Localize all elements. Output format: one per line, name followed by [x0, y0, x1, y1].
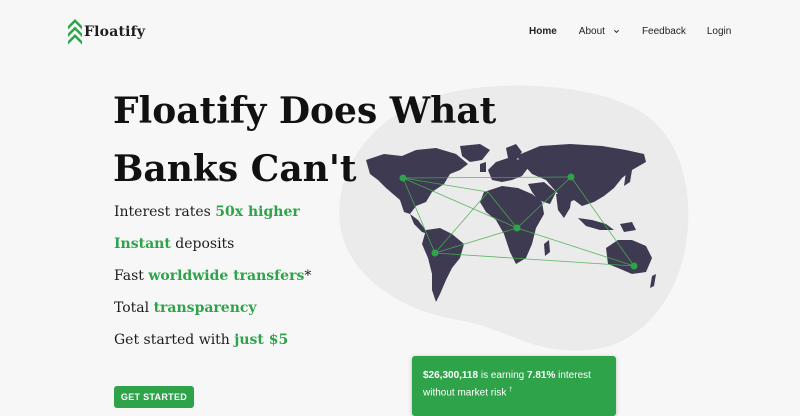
earnings-risk-note: without market risk: [423, 387, 510, 399]
feature-prefix: Get started with: [114, 332, 235, 348]
earnings-text: is earning: [478, 370, 527, 381]
top-navbar: Floatify Home About Feedback Login: [0, 0, 800, 64]
nav-login-link[interactable]: Login: [707, 26, 731, 37]
feature-get-started-amount: Get started with just $5: [114, 332, 288, 348]
feature-transparency: Total transparency: [114, 300, 257, 316]
feature-prefix: Fast: [114, 268, 149, 284]
earnings-card: $26,300,118 is earning 7.81% interest wi…: [412, 356, 616, 416]
earnings-rate: 7.81%: [526, 370, 556, 381]
feature-prefix: Interest rates: [114, 204, 216, 220]
earnings-text-2: interest: [555, 370, 591, 381]
chevron-down-icon: [613, 29, 619, 34]
feature-highlight: 50x higher: [215, 204, 300, 220]
feature-worldwide-transfers: Fast worldwide transfers*: [114, 268, 311, 284]
hero-title-line1: Floatify Does What: [113, 90, 497, 132]
main-menu: Home About Feedback Login: [529, 26, 731, 37]
nav-about-label: About: [578, 26, 605, 37]
feature-suffix: deposits: [170, 236, 235, 252]
feature-highlight: transparency: [153, 300, 257, 316]
brand-logo[interactable]: Floatify: [68, 19, 145, 45]
brand-name: Floatify: [84, 24, 146, 40]
earnings-amount: $26,300,118: [423, 370, 479, 381]
hero-title-line2: Banks Can't: [113, 148, 357, 190]
nav-feedback-link[interactable]: Feedback: [642, 26, 686, 37]
feature-highlight: worldwide transfers: [148, 268, 305, 284]
get-started-button[interactable]: GET STARTED: [114, 386, 194, 408]
feature-highlight: Instant: [114, 236, 171, 252]
nav-home-link[interactable]: Home: [529, 26, 557, 37]
hero-title: Floatify Does What Banks Can't: [113, 82, 533, 198]
earnings-footnote-mark: †: [509, 387, 513, 393]
feature-instant-deposits: Instant deposits: [114, 236, 234, 252]
feature-interest-rates: Interest rates 50x higher: [114, 204, 300, 220]
nav-about-dropdown[interactable]: About: [579, 26, 620, 37]
feature-suffix: *: [304, 268, 312, 284]
chevron-up-stack-icon: [68, 19, 82, 45]
feature-prefix: Total: [114, 300, 154, 316]
feature-highlight: just $5: [234, 332, 289, 348]
